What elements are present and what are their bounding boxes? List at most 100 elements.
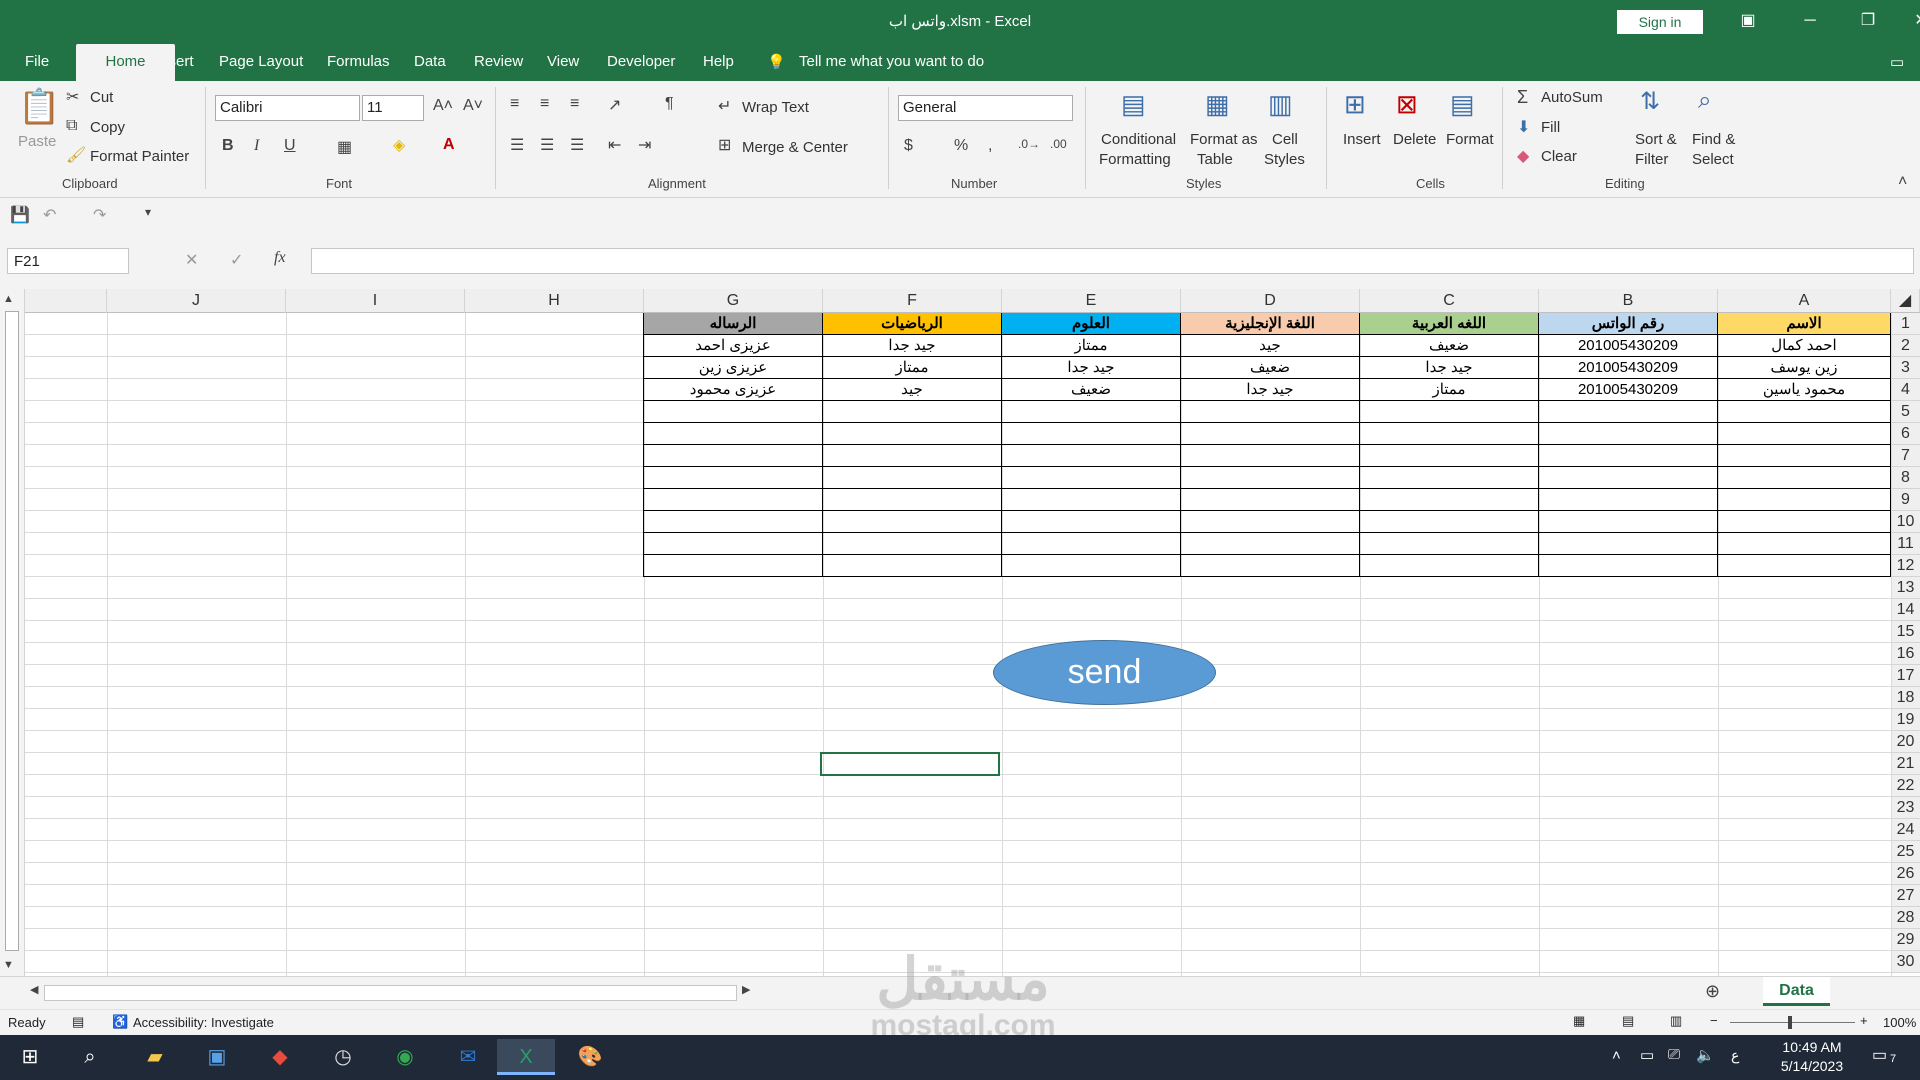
empty-table-cell[interactable] xyxy=(1002,401,1181,423)
row-header[interactable]: 15 xyxy=(1891,621,1920,643)
empty-table-cell[interactable] xyxy=(1718,511,1891,533)
decrease-decimal-icon[interactable]: .00 xyxy=(1050,137,1067,151)
empty-table-cell[interactable] xyxy=(1539,555,1718,577)
merge-center-button[interactable]: Merge & Center xyxy=(742,139,848,156)
empty-table-cell[interactable] xyxy=(1539,489,1718,511)
copy-button[interactable]: Copy xyxy=(90,119,125,136)
row-header[interactable]: 6 xyxy=(1891,423,1920,445)
cell-styles-button[interactable]: Cell xyxy=(1272,131,1298,148)
empty-table-cell[interactable] xyxy=(644,445,823,467)
empty-table-cell[interactable] xyxy=(1181,511,1360,533)
paste-button[interactable]: Paste xyxy=(18,133,56,150)
row-header[interactable]: 12 xyxy=(1891,555,1920,577)
underline-icon[interactable]: U xyxy=(284,137,296,155)
row-header[interactable]: 4 xyxy=(1891,379,1920,401)
decrease-indent-icon[interactable]: ⇤ xyxy=(608,135,621,155)
tab-file[interactable]: File xyxy=(25,53,49,70)
find-select-button[interactable]: Find & xyxy=(1692,131,1735,148)
row-header[interactable]: 19 xyxy=(1891,709,1920,731)
font-color-icon[interactable]: A xyxy=(443,136,455,154)
empty-table-cell[interactable] xyxy=(823,555,1002,577)
empty-table-cell[interactable] xyxy=(1181,401,1360,423)
scroll-left-icon[interactable]: ◀ xyxy=(30,983,38,996)
select-all-corner[interactable]: ◢ xyxy=(1891,289,1920,313)
empty-table-cell[interactable] xyxy=(1360,445,1539,467)
insert-function-icon[interactable]: fx xyxy=(274,249,286,267)
tab-review[interactable]: Review xyxy=(474,53,523,70)
empty-table-cell[interactable] xyxy=(1718,401,1891,423)
data-cell-f2[interactable]: جيد جدا xyxy=(823,335,1002,357)
excel-taskbar-icon[interactable]: X xyxy=(497,1039,555,1075)
empty-table-cell[interactable] xyxy=(1181,423,1360,445)
data-cell-d2[interactable]: جيد xyxy=(1181,335,1360,357)
clear-button[interactable]: Clear xyxy=(1541,148,1577,165)
increase-font-size-icon[interactable]: A˄ xyxy=(433,97,453,115)
row-header[interactable]: 21 xyxy=(1891,753,1920,775)
row-header[interactable]: 30 xyxy=(1891,951,1920,973)
find-select-button-line2[interactable]: Select xyxy=(1692,151,1734,168)
data-cell-c4[interactable]: ممتاز xyxy=(1360,379,1539,401)
scrollbar-thumb[interactable] xyxy=(5,311,19,951)
redo-icon[interactable]: ↷ xyxy=(93,205,106,225)
insert-cells-button[interactable]: Insert xyxy=(1343,131,1381,148)
tab-page-layout[interactable]: Page Layout xyxy=(219,53,303,70)
empty-table-cell[interactable] xyxy=(823,467,1002,489)
delete-cells-button[interactable]: Delete xyxy=(1393,131,1436,148)
empty-table-cell[interactable] xyxy=(1718,555,1891,577)
data-cell-g4[interactable]: عزيزى محمود xyxy=(644,379,823,401)
row-header[interactable]: 17 xyxy=(1891,665,1920,687)
increase-decimal-icon[interactable]: .0→ xyxy=(1018,137,1040,151)
empty-table-cell[interactable] xyxy=(1718,489,1891,511)
empty-table-cell[interactable] xyxy=(1002,445,1181,467)
row-header[interactable]: 29 xyxy=(1891,929,1920,951)
data-cell-e4[interactable]: ضعيف xyxy=(1002,379,1181,401)
tab-developer[interactable]: Developer xyxy=(607,53,675,70)
comments-icon[interactable]: ▭ xyxy=(1890,53,1904,71)
zoom-level[interactable]: 100% xyxy=(1883,1015,1916,1030)
zoom-in-icon[interactable]: + xyxy=(1860,1013,1868,1028)
empty-table-cell[interactable] xyxy=(1360,533,1539,555)
comma-style-icon[interactable]: , xyxy=(988,137,992,155)
column-header-h[interactable]: H xyxy=(465,289,644,313)
data-cell-c2[interactable]: ضعيف xyxy=(1360,335,1539,357)
empty-table-cell[interactable] xyxy=(1539,511,1718,533)
row-header[interactable]: 18 xyxy=(1891,687,1920,709)
bold-icon[interactable]: B xyxy=(222,137,234,155)
tab-home[interactable]: Home xyxy=(76,44,175,81)
row-header[interactable]: 7 xyxy=(1891,445,1920,467)
currency-icon[interactable]: $ xyxy=(904,137,913,155)
column-header-c[interactable]: C xyxy=(1360,289,1539,313)
empty-table-cell[interactable] xyxy=(644,423,823,445)
format-as-table-button[interactable]: Format as xyxy=(1190,131,1258,148)
row-header[interactable]: 2 xyxy=(1891,335,1920,357)
clock-date[interactable]: 5/14/2023 xyxy=(1768,1058,1856,1074)
align-right-icon[interactable]: ☰ xyxy=(570,135,584,155)
text-direction-icon[interactable]: ¶ xyxy=(665,95,674,113)
row-header[interactable]: 9 xyxy=(1891,489,1920,511)
middle-align-icon[interactable]: ≡ xyxy=(540,95,549,113)
outlook-icon[interactable]: ✉ xyxy=(446,1039,490,1075)
data-cell-a2[interactable]: احمد كمال xyxy=(1718,335,1891,357)
orientation-icon[interactable]: ↗ xyxy=(608,95,621,115)
column-header-a[interactable]: A xyxy=(1718,289,1891,313)
row-header[interactable]: 27 xyxy=(1891,885,1920,907)
restore-button[interactable]: ❐ xyxy=(1853,8,1883,34)
save-icon[interactable]: 💾 xyxy=(10,205,30,225)
sheet-tab-data[interactable]: Data xyxy=(1763,977,1830,1006)
empty-table-cell[interactable] xyxy=(1360,401,1539,423)
align-left-icon[interactable]: ☰ xyxy=(510,135,524,155)
italic-icon[interactable]: I xyxy=(254,137,259,155)
collapse-ribbon-icon[interactable]: ˄ xyxy=(1898,173,1907,191)
sign-in-button[interactable]: Sign in xyxy=(1617,10,1703,34)
volume-icon[interactable]: 🔈 xyxy=(1696,1046,1715,1064)
empty-table-cell[interactable] xyxy=(1718,533,1891,555)
accessibility-status[interactable]: Accessibility: Investigate xyxy=(133,1015,274,1030)
empty-table-cell[interactable] xyxy=(1360,489,1539,511)
empty-table-cell[interactable] xyxy=(823,511,1002,533)
data-cell-g2[interactable]: عزيزى احمد xyxy=(644,335,823,357)
empty-table-cell[interactable] xyxy=(1718,423,1891,445)
clock-time[interactable]: 10:49 AM xyxy=(1768,1039,1856,1055)
align-center-icon[interactable]: ☰ xyxy=(540,135,554,155)
row-header[interactable]: 22 xyxy=(1891,775,1920,797)
cancel-icon[interactable]: ✕ xyxy=(185,250,198,270)
